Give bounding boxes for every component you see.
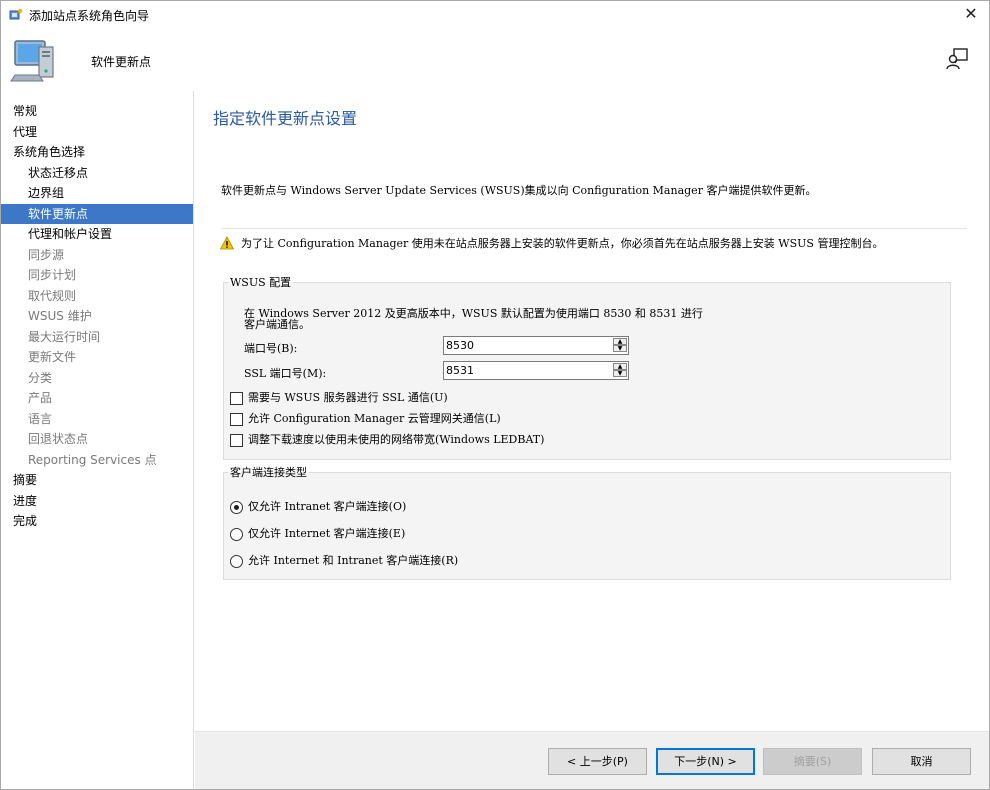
intranet-only-label: 仅允许 Intranet 客户端连接(O) <box>248 500 407 513</box>
step-supersedence-rules: 取代规则 <box>28 288 77 303</box>
step-update-files: 更新文件 <box>28 350 77 364</box>
internet-only-label: 仅允许 Internet 客户端连接(E) <box>248 527 406 540</box>
window-title: 添加站点系统角色向导 <box>29 9 150 23</box>
checkbox-box[interactable] <box>230 391 243 405</box>
radio-button[interactable] <box>230 554 243 568</box>
computer-icon <box>10 40 54 82</box>
port-spin-buttons[interactable]: ▲ ▼ <box>613 338 627 353</box>
next-button[interactable]: 下一步(N) > <box>656 748 755 775</box>
wsus-description: 在 Windows Server 2012 及更高版本中，WSUS 默认配置为使… <box>244 308 703 330</box>
step-boundary-groups: 边界组 <box>28 186 65 200</box>
divider <box>221 228 967 229</box>
step-state-migration-point: 状态迁移点 <box>28 165 89 180</box>
wizard-content: 指定软件更新点设置 软件更新点与 Windows Server Update S… <box>195 91 989 731</box>
port-label: 端口号(B): <box>244 342 298 355</box>
internet-and-intranet-radio[interactable]: 允许 Internet 和 Intranet 客户端连接(R) <box>230 552 458 568</box>
close-icon: ✕ <box>964 4 978 23</box>
step-classifications: 分类 <box>28 370 53 385</box>
checkbox-box[interactable] <box>230 412 243 426</box>
page-title: 指定软件更新点设置 <box>213 109 358 128</box>
spin-down-icon[interactable]: ▼ <box>613 345 627 352</box>
step-sync-source: 同步源 <box>28 247 65 262</box>
ssl-port-label: SSL 端口号(M): <box>244 367 327 380</box>
step-summary: 摘要 <box>13 473 38 487</box>
step-max-run-time: 最大运行时间 <box>28 329 101 344</box>
ssl-port-spin-buttons[interactable]: ▲ ▼ <box>613 363 627 378</box>
step-completion: 完成 <box>13 514 38 528</box>
port-input[interactable] <box>444 337 612 354</box>
ssl-port-stepper[interactable]: ▲ ▼ <box>443 361 629 380</box>
summary-button[interactable]: 摘要(S) <box>763 748 862 775</box>
wizard-icon <box>9 8 23 20</box>
spin-down-icon[interactable]: ▼ <box>613 370 627 377</box>
step-reporting-services-point: Reporting Services 点 <box>28 452 157 467</box>
wizard-header: 软件更新点 <box>1 29 989 91</box>
wsus-description-line2: 客户端通信。 <box>244 318 310 331</box>
intro-text: 软件更新点与 Windows Server Update Services (W… <box>221 184 817 197</box>
previous-button[interactable]: < 上一步(P) <box>548 748 647 775</box>
close-button[interactable]: ✕ <box>953 1 989 29</box>
require-ssl-label: 需要与 WSUS 服务器进行 SSL 通信(U) <box>248 391 448 404</box>
step-software-update-point: 软件更新点 <box>1 203 193 224</box>
step-sync-schedule: 同步计划 <box>28 268 77 282</box>
require-ssl-checkbox[interactable]: 需要与 WSUS 服务器进行 SSL 通信(U) <box>230 389 448 405</box>
title-bar: 添加站点系统角色向导 ✕ <box>1 1 989 29</box>
banner-title: 软件更新点 <box>91 55 152 69</box>
spin-up-icon[interactable]: ▲ <box>613 363 627 370</box>
intranet-only-radio[interactable]: 仅允许 Intranet 客户端连接(O) <box>230 498 406 514</box>
ledbat-label: 调整下载速度以使用未使用的网络带宽(Windows LEDBAT) <box>248 433 545 446</box>
wsus-config-legend: WSUS 配置 <box>230 276 292 289</box>
step-proxy: 代理 <box>13 124 38 139</box>
warning-icon <box>220 236 234 250</box>
cancel-button[interactable]: 取消 <box>872 748 971 775</box>
client-connection-group: 客户端连接类型 仅允许 Intranet 客户端连接(O) 仅允许 Intern… <box>223 464 951 580</box>
step-progress: 进度 <box>13 493 38 508</box>
radio-button[interactable] <box>230 500 243 514</box>
step-system-role-selection: 系统角色选择 <box>13 145 86 159</box>
client-connection-legend: 客户端连接类型 <box>230 466 307 479</box>
wizard-footer: < 上一步(P) 下一步(N) > 摘要(S) 取消 <box>195 731 989 789</box>
ssl-port-input[interactable] <box>444 362 612 379</box>
step-languages: 语言 <box>28 411 53 426</box>
step-general: 常规 <box>13 104 38 118</box>
step-products: 产品 <box>28 391 53 405</box>
wsus-config-group: WSUS 配置 在 Windows Server 2012 及更高版本中，WSU… <box>223 274 951 460</box>
step-wsus-maintenance: WSUS 维护 <box>28 309 92 323</box>
user-help-icon[interactable] <box>945 47 969 71</box>
wsus-description-line1: 在 Windows Server 2012 及更高版本中，WSUS 默认配置为使… <box>244 307 703 320</box>
ledbat-checkbox[interactable]: 调整下载速度以使用未使用的网络带宽(Windows LEDBAT) <box>230 431 544 447</box>
port-stepper[interactable]: ▲ ▼ <box>443 336 629 355</box>
checkbox-box[interactable] <box>230 433 243 447</box>
warning-text: 为了让 Configuration Manager 使用未在站点服务器上安装的软… <box>241 237 884 250</box>
spin-up-icon[interactable]: ▲ <box>613 338 627 345</box>
allow-cmg-checkbox[interactable]: 允许 Configuration Manager 云管理网关通信(L) <box>230 410 501 426</box>
allow-cmg-label: 允许 Configuration Manager 云管理网关通信(L) <box>248 412 501 425</box>
step-fallback-status-point: 回退状态点 <box>28 432 89 446</box>
wizard-steps-sidebar: 常规 代理 系统角色选择 状态迁移点 边界组 软件更新点 代理和帐户设置 同步源… <box>1 91 194 789</box>
step-proxy-account-settings: 代理和帐户设置 <box>28 227 113 241</box>
internet-only-radio[interactable]: 仅允许 Internet 客户端连接(E) <box>230 525 405 541</box>
internet-and-intranet-label: 允许 Internet 和 Intranet 客户端连接(R) <box>248 554 459 567</box>
wizard-window: 添加站点系统角色向导 ✕ 软件更新点 常规 代理 系统角色选择 状态迁移点 边界… <box>0 0 990 790</box>
radio-button[interactable] <box>230 527 243 541</box>
